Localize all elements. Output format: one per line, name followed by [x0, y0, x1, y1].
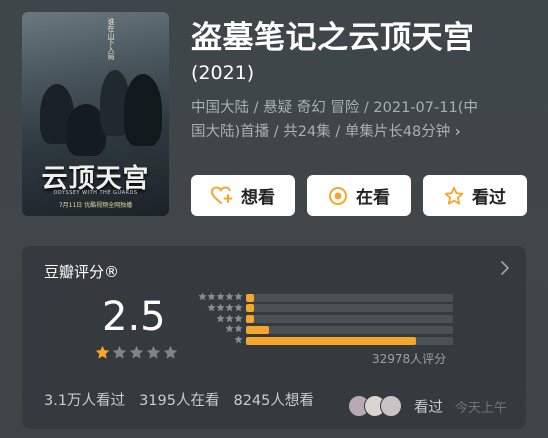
star-empty-icon: [146, 345, 161, 359]
watch-stats: 3.1万人看过 3195人在看 8245人想看: [44, 389, 314, 410]
star-small-icon: [234, 292, 243, 301]
rating-row-stars: [187, 324, 243, 333]
rating-title: 豆瓣评分®: [44, 263, 120, 281]
rating-bar-fill: [246, 293, 255, 302]
chevron-right-icon[interactable]: [500, 260, 510, 276]
rating-bar-track: [246, 325, 453, 334]
rating-distribution-row: [187, 303, 457, 314]
rating-score: 2.5: [102, 294, 166, 340]
star-small-icon: [216, 303, 225, 311]
star-small-icon: [207, 303, 216, 311]
watched-count[interactable]: 3.1万人看过: [44, 389, 125, 410]
want-to-watch-button[interactable]: 想看: [191, 175, 295, 216]
rating-distribution-row: [187, 335, 457, 346]
rating-bar-fill: [246, 325, 269, 334]
want-to-watch-label: 想看: [241, 188, 275, 208]
star-small-icon: [234, 324, 243, 333]
movie-title: 盗墓笔记之云顶天宫: [191, 20, 475, 56]
star-small-icon: [234, 303, 243, 311]
target-icon: [329, 186, 347, 205]
rating-distribution-row: [187, 324, 457, 335]
rating-row-stars: [187, 292, 243, 301]
movie-info-text: 中国大陆 / 悬疑 奇幻 冒险 / 2021-07-11(中国大陆)首播 / 共…: [191, 100, 478, 140]
rating-distribution: [187, 292, 457, 346]
friends-activity-label: 看过: [414, 399, 443, 416]
rating-distribution-row: [187, 292, 457, 303]
rating-card[interactable]: 豆瓣评分® 2.5 32978人评分 3.1万人看过 3195人在看 8245人…: [22, 246, 526, 429]
chevron-right-icon[interactable]: ›: [455, 124, 461, 140]
star-small-icon: [216, 314, 225, 322]
rating-bar-fill: [246, 315, 255, 324]
heart-plus-icon: [211, 185, 233, 204]
want-count[interactable]: 8245人想看: [233, 389, 313, 410]
star-small-icon: [207, 292, 216, 301]
poster-subtitle: ODYSSEY WITH THE GUARDS: [53, 190, 138, 196]
watching-label: 在看: [356, 188, 390, 208]
star-small-icon: [234, 314, 243, 322]
avatar: [380, 395, 402, 417]
friends-activity[interactable]: 看过 今天上午: [348, 395, 507, 417]
friends-activity-time: 今天上午: [455, 400, 508, 416]
rating-count: 32978人评分: [372, 352, 447, 366]
rating-bar-track: [246, 304, 453, 313]
watching-count[interactable]: 3195人在看: [139, 389, 219, 410]
action-buttons: 想看 在看 看过: [191, 175, 527, 216]
poster-vertical-text: 谁在山下入局: [107, 18, 115, 60]
star-empty-icon: [163, 345, 178, 359]
star-small-icon: [225, 314, 234, 322]
poster-figure: [124, 74, 162, 146]
watched-label: 看过: [472, 188, 506, 208]
poster[interactable]: 谁在山下入局 云顶天宫 ODYSSEY WITH THE GUARDS 7月11…: [22, 12, 169, 216]
rating-bar-track: [246, 315, 453, 324]
star-small-icon: [225, 303, 234, 311]
rating-stars: [95, 345, 178, 360]
star-small-icon: [216, 292, 225, 301]
rating-distribution-row: [187, 314, 457, 325]
star-filled-icon: [95, 345, 110, 359]
rating-bar-fill: [246, 336, 416, 345]
watched-button[interactable]: 看过: [423, 175, 527, 216]
star-small-icon: [198, 292, 207, 301]
star-outline-icon: [444, 186, 464, 204]
movie-year: (2021): [191, 62, 255, 84]
rating-bar-track: [246, 336, 453, 345]
rating-row-stars: [187, 303, 243, 312]
star-empty-icon: [112, 345, 127, 359]
poster-date: 7月11日 优酷视频全网独播: [58, 202, 133, 209]
rating-row-stars: [187, 314, 243, 323]
star-empty-icon: [129, 345, 144, 359]
rating-bar-fill: [246, 304, 255, 313]
watching-button[interactable]: 在看: [307, 175, 411, 216]
star-small-icon: [225, 324, 234, 333]
rating-bar-track: [246, 293, 453, 302]
movie-info[interactable]: 中国大陆 / 悬疑 奇幻 冒险 / 2021-07-11(中国大陆)首播 / 共…: [191, 96, 491, 144]
star-small-icon: [225, 292, 234, 301]
rating-row-stars: [187, 335, 243, 344]
star-small-icon: [234, 335, 243, 344]
